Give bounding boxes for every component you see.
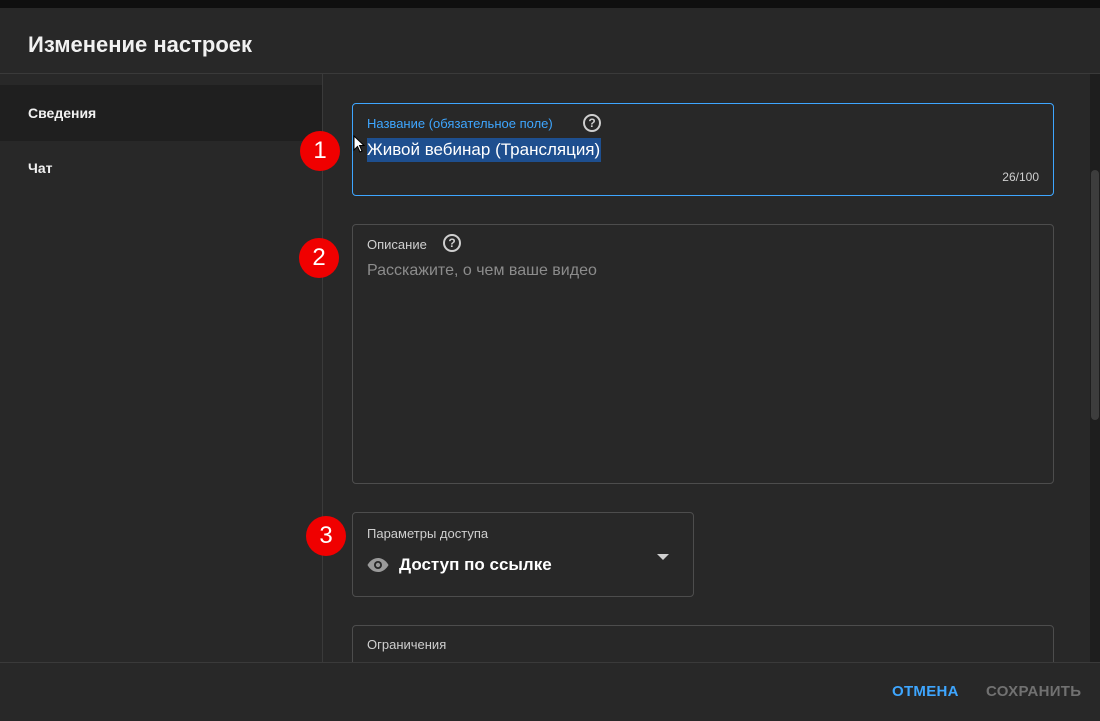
sidebar: Сведения Чат bbox=[0, 74, 323, 662]
access-dropdown-label: Параметры доступа bbox=[367, 526, 489, 541]
description-field[interactable]: Описание ? Расскажите, о чем ваше видео bbox=[352, 224, 1054, 484]
annotation-badge-2: 2 bbox=[299, 238, 339, 278]
description-field-label: Описание bbox=[367, 237, 427, 252]
restrictions-field-label: Ограничения bbox=[367, 637, 447, 652]
scrollbar-thumb[interactable] bbox=[1091, 170, 1099, 420]
help-icon[interactable]: ? bbox=[443, 234, 461, 252]
top-strip bbox=[0, 0, 1100, 8]
dialog-title: Изменение настроек bbox=[28, 32, 253, 57]
mouse-cursor-icon bbox=[353, 135, 365, 153]
save-button[interactable]: СОХРАНИТЬ bbox=[986, 683, 1081, 700]
access-dropdown-value[interactable]: Доступ по ссылке bbox=[399, 555, 552, 575]
sidebar-item-details[interactable]: Сведения bbox=[0, 85, 322, 141]
annotation-badge-1: 1 bbox=[300, 131, 340, 171]
help-icon[interactable]: ? bbox=[583, 114, 601, 132]
access-dropdown[interactable]: Параметры доступа Доступ по ссылке bbox=[352, 512, 694, 597]
title-field-label: Название (обязательное поле) bbox=[367, 116, 553, 131]
annotation-badge-3: 3 bbox=[306, 516, 346, 556]
scrollbar[interactable] bbox=[1090, 74, 1100, 662]
form-content: Название (обязательное поле) ? Живой веб… bbox=[324, 74, 1090, 662]
cancel-button[interactable]: ОТМЕНА bbox=[892, 683, 959, 700]
dropdown-arrow-icon[interactable] bbox=[657, 554, 669, 560]
sidebar-item-chat[interactable]: Чат bbox=[0, 140, 322, 196]
description-placeholder[interactable]: Расскажите, о чем ваше видео bbox=[367, 262, 597, 280]
dialog-header: Изменение настроек bbox=[0, 8, 1100, 74]
title-field[interactable]: Название (обязательное поле) ? Живой веб… bbox=[352, 103, 1054, 196]
dialog-footer: ОТМЕНА СОХРАНИТЬ bbox=[0, 662, 1100, 721]
restrictions-field[interactable]: Ограничения bbox=[352, 625, 1054, 662]
title-char-counter: 26/100 bbox=[1002, 170, 1039, 184]
title-input-value[interactable]: Живой вебинар (Трансляция) bbox=[367, 138, 602, 162]
eye-icon bbox=[367, 558, 389, 572]
